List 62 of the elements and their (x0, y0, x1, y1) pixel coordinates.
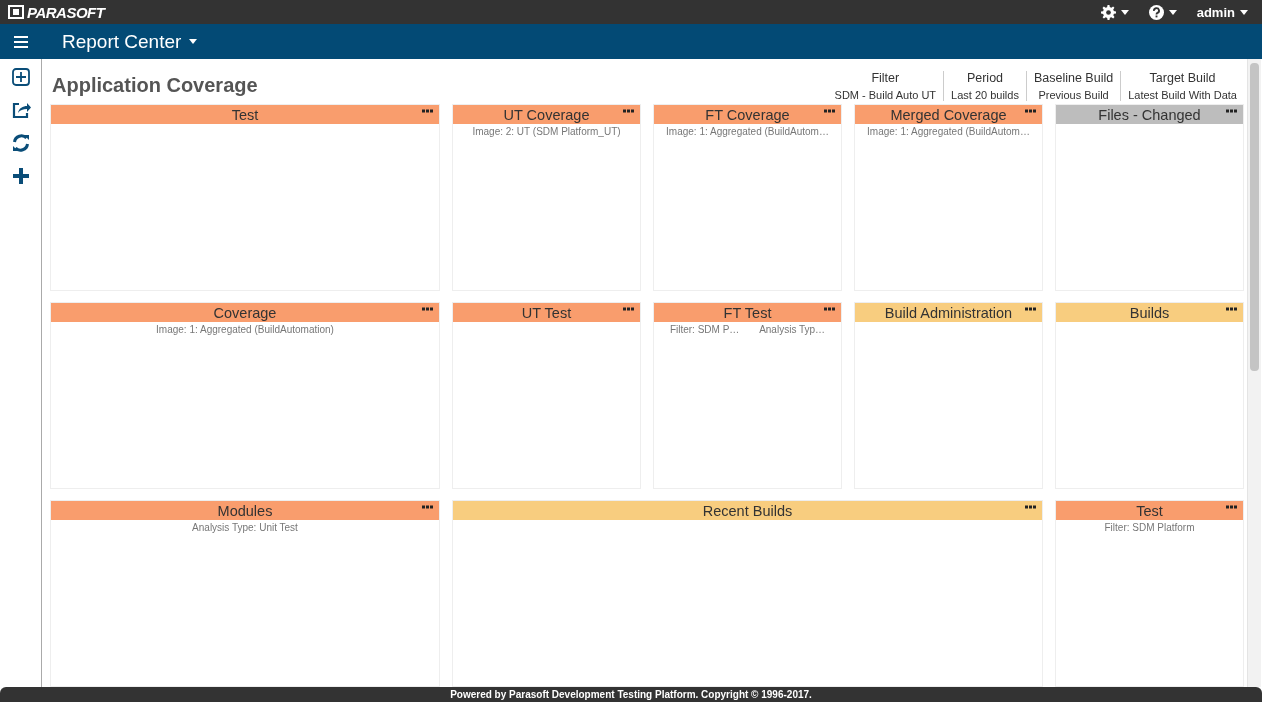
widget-title: Test (231, 106, 259, 123)
more-icon[interactable] (824, 109, 835, 113)
setting-label: Target Build (1149, 71, 1216, 85)
more-icon[interactable] (1025, 307, 1036, 311)
caret-icon (189, 39, 198, 44)
caret-icon (1120, 9, 1129, 15)
refresh-icon[interactable] (11, 134, 30, 152)
page-title: Application Coverage (52, 74, 258, 97)
widget-subtitle: Image: 2: UT (SDM Platform_UT) (472, 126, 621, 137)
widget-title: Files - Changed (1098, 106, 1201, 123)
widget-subtitle: Image: 1: Aggregated (BuildAutom… (867, 126, 1030, 137)
widget-title: UT Test (521, 304, 572, 321)
setting-value[interactable]: SDM - Build Auto UT (834, 89, 937, 101)
report-center-dropdown[interactable]: Report Center (62, 30, 198, 53)
more-icon[interactable] (422, 505, 433, 509)
widget-subtitle: Image: 1: Aggregated (BuildAutom… (666, 126, 829, 137)
more-icon[interactable] (824, 307, 835, 311)
widget-subtitle: Analysis Typ… (759, 324, 826, 335)
setting-value[interactable]: Latest Build With Data (1128, 89, 1237, 101)
settings-button[interactable] (1100, 4, 1129, 20)
widget-title: Coverage (213, 304, 277, 321)
scrollbar[interactable] (1247, 59, 1261, 687)
widget-title: UT Coverage (503, 106, 590, 123)
setting-value[interactable]: Previous Build (1038, 89, 1109, 101)
widget-subtitle: Analysis Type: Unit Test (192, 522, 298, 533)
setting-label: Period (966, 71, 1004, 85)
more-icon[interactable] (1226, 109, 1237, 113)
widget-title: Recent Builds (702, 502, 793, 519)
widget-title: Merged Coverage (890, 106, 1007, 123)
setting-label: Baseline Build (1033, 71, 1114, 85)
caret-icon (1240, 9, 1248, 15)
widget-subtitle: Filter: SDM Platform (1104, 522, 1195, 533)
more-icon[interactable] (1025, 109, 1036, 113)
help-button[interactable] (1148, 4, 1177, 20)
setting-label: Filter (871, 71, 900, 85)
widget-subtitle: Image: 1: Aggregated (BuildAutomation) (156, 324, 334, 335)
logo-icon (8, 5, 24, 19)
widget-title: FT Coverage (705, 106, 790, 123)
widget-title: Build Administration (884, 304, 1013, 321)
plus-icon[interactable] (11, 167, 30, 185)
share-icon[interactable] (10, 101, 31, 119)
widget-subtitle: Filter: SDM P… (669, 324, 740, 335)
more-icon[interactable] (422, 109, 433, 113)
widget-title: FT Test (723, 304, 772, 321)
add-box-icon[interactable] (11, 68, 30, 86)
caret-icon (1168, 9, 1177, 15)
more-icon[interactable] (1226, 307, 1237, 311)
more-icon[interactable] (623, 109, 634, 113)
more-icon[interactable] (623, 307, 634, 311)
widget-title: Test (1136, 502, 1163, 519)
widget-title: Modules (217, 502, 273, 519)
help-icon (1148, 4, 1164, 20)
more-icon[interactable] (1025, 505, 1036, 509)
settings-icon (1100, 4, 1116, 20)
widget-title: Builds (1129, 304, 1170, 321)
more-icon[interactable] (422, 307, 433, 311)
menu-icon[interactable] (14, 35, 28, 48)
setting-value[interactable]: Last 20 builds (951, 89, 1019, 101)
footer-text: Powered by Parasoft Development Testing Platform. Copyright © 1996-2017. (450, 689, 812, 700)
more-icon[interactable] (1226, 505, 1237, 509)
logo-text: PARASOFT (27, 3, 105, 21)
user-menu-button[interactable]: admin (1196, 4, 1248, 20)
